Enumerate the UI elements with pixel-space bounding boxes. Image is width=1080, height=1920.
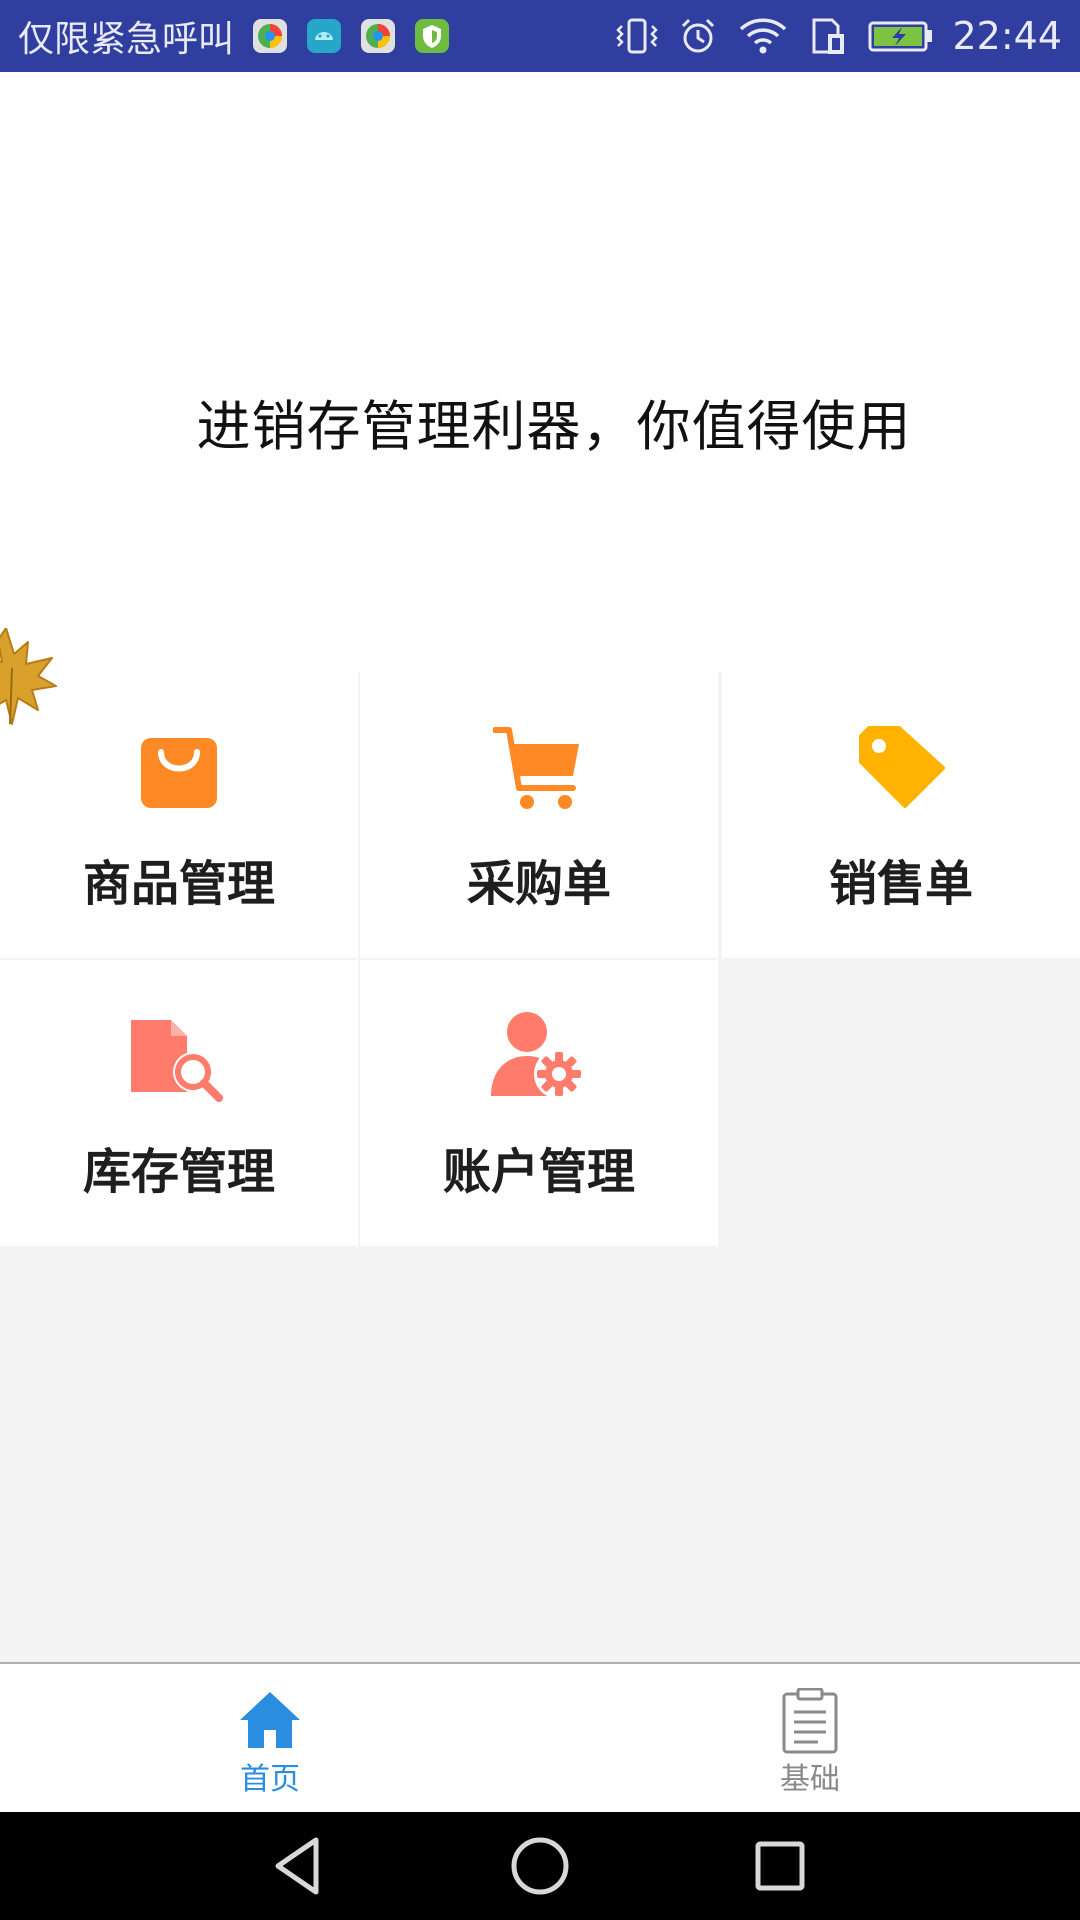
battery-charging-icon [868,16,934,56]
grid-item-sales-order[interactable]: 销售单 [722,672,1080,958]
browser-icon [252,18,288,54]
shopping-cart-icon [493,727,579,809]
browser-icon [360,18,396,54]
clock: 22:44 [952,14,1062,58]
status-left: 仅限紧急呼叫 [18,0,450,72]
user-settings-icon [491,1012,584,1099]
tab-basics[interactable]: 基础 [710,1664,910,1812]
grid-item-label: 销售单 [828,856,973,912]
sim-icon [808,16,848,56]
clipboard-icon [782,1688,838,1754]
wifi-icon [738,16,788,56]
home-circle-icon[interactable] [508,1834,572,1898]
tab-home-label: 首页 [240,1762,300,1797]
tab-home[interactable]: 首页 [170,1664,370,1812]
bottom-nav: 首页 基础 [0,1662,1080,1814]
grid-item-label: 采购单 [466,856,611,912]
shield-icon [414,18,450,54]
grid-item-label: 账户管理 [442,1144,635,1200]
tab-basics-label: 基础 [780,1762,840,1797]
vibrate-icon [616,16,659,56]
status-bar: 仅限紧急呼叫 22:44 [0,0,1080,72]
android-icon [306,18,342,54]
price-tag-icon [859,726,945,808]
alarm-icon [678,16,718,56]
app-screen: 仅限紧急呼叫 22:44 进销存管理利器，你值得使用 商品管理 采购单 销售单 … [0,0,1080,1920]
shopping-bag-icon [141,738,217,808]
grid-item-inventory-management[interactable]: 库存管理 [0,960,358,1246]
grid-item-label: 商品管理 [82,856,275,912]
recents-icon[interactable] [748,1834,812,1898]
maple-leaf-icon [0,628,57,725]
status-right: 22:44 [596,0,1062,72]
grid-item-account-management[interactable]: 账户管理 [360,960,718,1246]
document-search-icon [131,1020,223,1102]
grid-item-label: 库存管理 [82,1144,275,1200]
banner-slogan: 进销存管理利器，你值得使用 [196,395,912,458]
system-nav-bar [0,1812,1080,1920]
banner: 进销存管理利器，你值得使用 [0,72,1080,672]
grid-item-purchase-order[interactable]: 采购单 [360,672,718,958]
carrier-text: 仅限紧急呼叫 [18,19,235,60]
home-icon [240,1692,300,1748]
back-icon[interactable] [268,1834,332,1898]
